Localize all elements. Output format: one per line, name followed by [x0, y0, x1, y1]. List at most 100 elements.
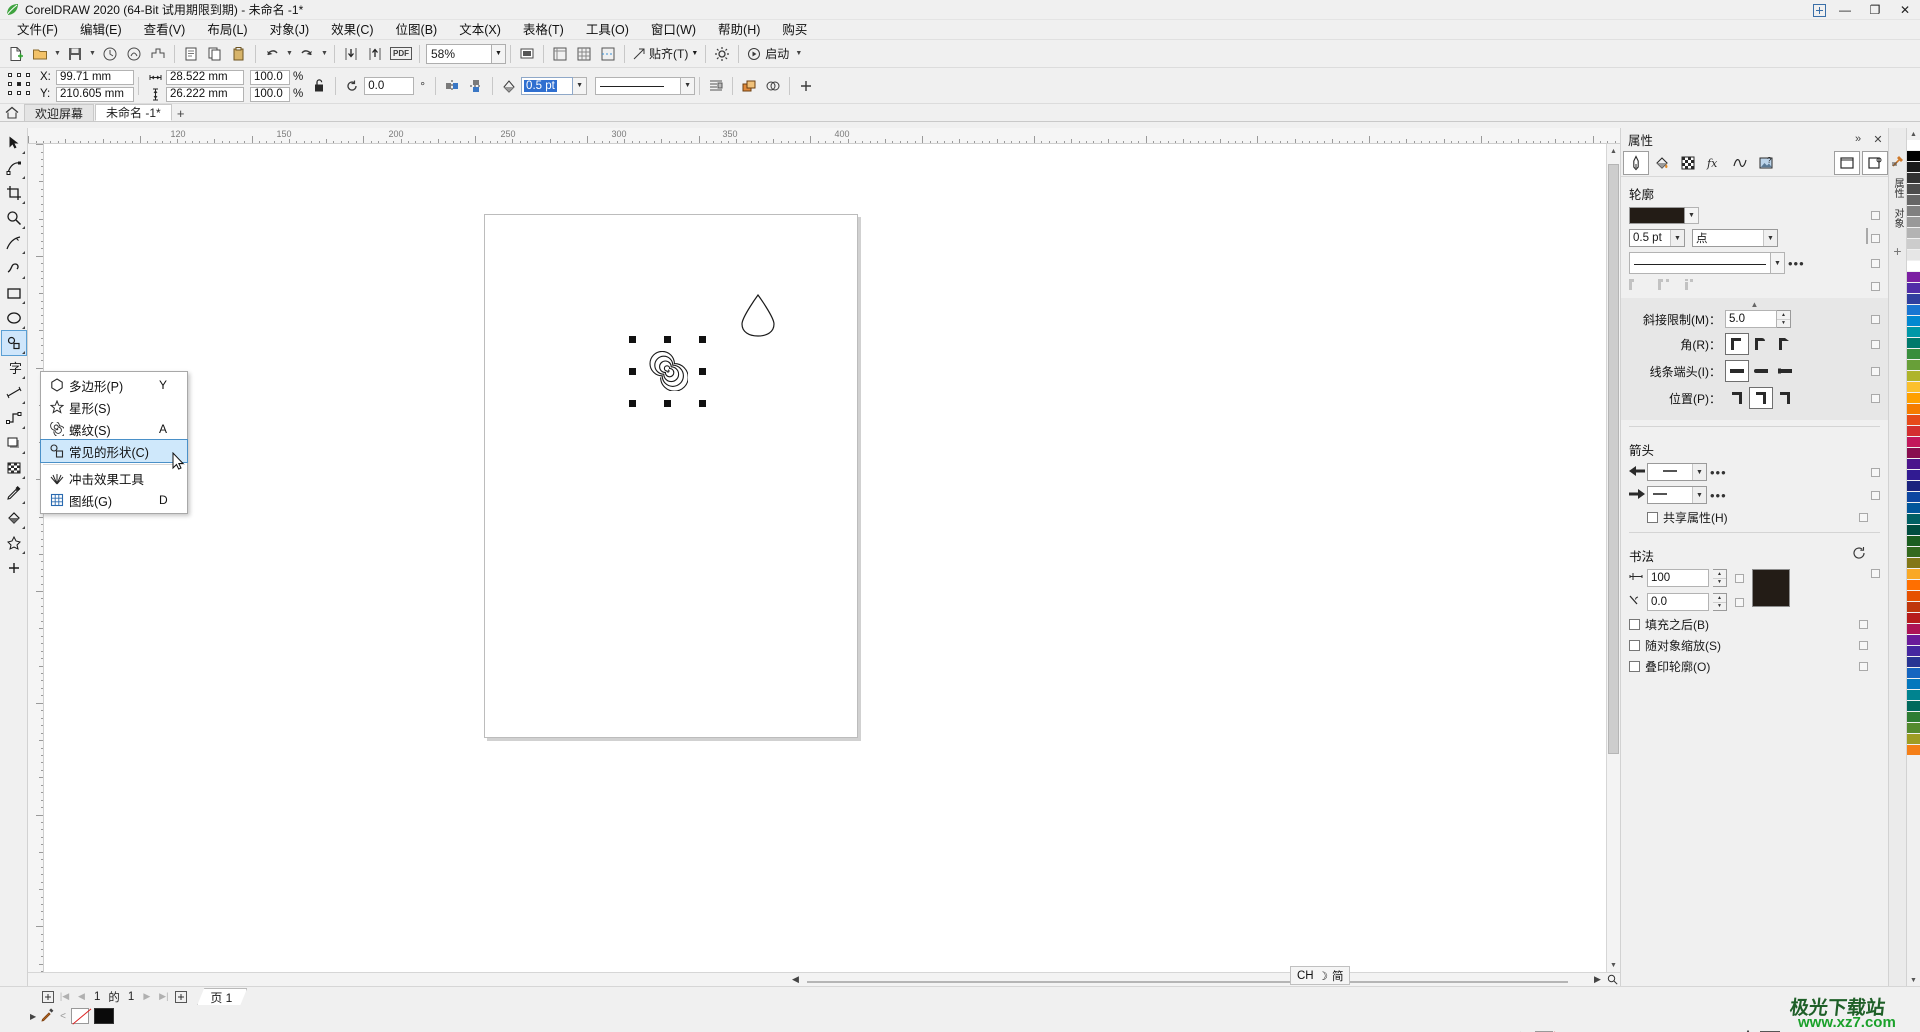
hscroll-thumb[interactable] [807, 980, 1568, 983]
palette-swatch[interactable] [1907, 591, 1920, 602]
new-document-icon[interactable] [4, 42, 28, 66]
tool-artistic-media[interactable] [2, 256, 26, 280]
palette-swatch[interactable] [1907, 415, 1920, 426]
tool-connector[interactable] [2, 406, 26, 430]
curve-tab[interactable] [1727, 151, 1753, 175]
outline-color-caret[interactable]: ▼ [1685, 207, 1699, 224]
reset-icon[interactable] [1852, 546, 1888, 563]
menu-object[interactable]: 对象(J) [259, 20, 321, 40]
tool-dimension[interactable] [2, 381, 26, 405]
palette-swatch[interactable] [1907, 701, 1920, 712]
palette-swatch[interactable] [1907, 613, 1920, 624]
rotation-input[interactable]: 0.0 [364, 76, 415, 95]
palette-swatch[interactable] [1907, 569, 1920, 580]
menu-buy[interactable]: 购买 [771, 20, 818, 40]
cut-icon[interactable] [179, 42, 203, 66]
tool-eyedropper[interactable] [2, 481, 26, 505]
palette-swatch[interactable] [1907, 184, 1920, 195]
palette-swatch[interactable] [1907, 349, 1920, 360]
palette-swatch[interactable] [1907, 602, 1920, 613]
mirror-vertical-icon[interactable] [464, 74, 488, 98]
text-wrap-icon[interactable] [704, 74, 728, 98]
scale-y-input[interactable]: 100.0 [250, 86, 290, 102]
palette-swatch[interactable] [1907, 459, 1920, 470]
polygon-tool-flyout-menu[interactable]: 多边形(P) Y 星形(S) 螺纹(S) A 常见的形状(C) 冲击效果工具 图… [40, 371, 188, 514]
outline-unit-combo[interactable]: 点 ▼ [1692, 229, 1778, 247]
start-arrow-lock[interactable] [1871, 467, 1880, 477]
add-tab-button[interactable]: + [173, 106, 189, 121]
palette-swatch[interactable] [1907, 536, 1920, 547]
outline-style-lock[interactable] [1871, 258, 1880, 268]
outline-width-input[interactable]: 0.5 pt [521, 76, 574, 95]
page-tab[interactable] [1834, 151, 1860, 175]
stretch-lock[interactable] [1735, 573, 1744, 583]
hscroll-left-arrow[interactable]: ◀ [788, 972, 803, 987]
palette-swatch[interactable] [1907, 272, 1920, 283]
position-inside-button[interactable] [1773, 387, 1797, 409]
stretch-spinner[interactable]: ▲ ▼ [1713, 569, 1727, 587]
palette-swatch[interactable] [1907, 481, 1920, 492]
palette-swatch[interactable] [1907, 723, 1920, 734]
corner-preview-b[interactable] [1657, 279, 1673, 293]
tool-crop[interactable] [2, 181, 26, 205]
object-order-icon[interactable] [737, 74, 761, 98]
nib-angle-spinner[interactable]: ▲ ▼ [1713, 593, 1727, 611]
tool-text[interactable]: 字 [2, 356, 26, 380]
share-attributes-checkbox[interactable] [1647, 512, 1658, 523]
x-input[interactable]: 99.71 mm [56, 69, 134, 85]
palette-swatch[interactable] [1907, 657, 1920, 668]
palette-scroll-up[interactable]: ▲ [1907, 128, 1920, 140]
palette-swatch[interactable] [1907, 239, 1920, 250]
corner-round-button[interactable] [1749, 333, 1773, 355]
palette-swatch[interactable] [1907, 316, 1920, 327]
tool-freehand[interactable] [2, 231, 26, 255]
publish-icon[interactable] [146, 42, 170, 66]
corner-preview-c[interactable] [1685, 279, 1701, 293]
fill-none-swatch[interactable] [71, 1008, 89, 1024]
menu-text[interactable]: 文本(X) [448, 20, 512, 40]
palette-swatch[interactable] [1907, 679, 1920, 690]
add-page-after-button[interactable] [173, 989, 188, 1004]
menu-tools[interactable]: 工具(O) [575, 20, 640, 40]
fill-color-icon[interactable] [497, 74, 521, 98]
corner-bevel-button[interactable] [1773, 333, 1797, 355]
mirror-horizontal-icon[interactable] [440, 74, 464, 98]
open-document-icon[interactable] [28, 42, 52, 66]
palette-swatch[interactable] [1907, 404, 1920, 415]
palette-swatch[interactable] [1907, 393, 1920, 404]
tool-rectangle[interactable] [2, 281, 26, 305]
object-anchor-grid[interactable] [8, 72, 34, 99]
tool-pick[interactable] [2, 131, 26, 155]
tool-ellipse[interactable] [2, 306, 26, 330]
weld-icon[interactable] [761, 74, 785, 98]
page-tab-1[interactable]: 页 1 [197, 988, 247, 1005]
print-preview-icon[interactable] [122, 42, 146, 66]
line-style-caret[interactable]: ▼ [681, 76, 696, 95]
palette-swatch[interactable] [1907, 470, 1920, 481]
palette-swatch[interactable] [1907, 514, 1920, 525]
outline-lock-1[interactable] [1866, 228, 1868, 244]
calligraphy-swatch-lock[interactable] [1871, 569, 1880, 578]
scroll-down-arrow[interactable]: ▼ [1607, 958, 1620, 972]
menu-window[interactable]: 窗口(W) [640, 20, 707, 40]
vertical-ruler[interactable] [28, 144, 44, 972]
palette-swatch[interactable] [1907, 283, 1920, 294]
outline-tab[interactable] [1623, 151, 1649, 175]
tab-welcome-screen[interactable]: 欢迎屏幕 [24, 104, 95, 121]
bitmap-tab[interactable]: ? [1753, 151, 1779, 175]
zoom-level-input[interactable]: 58% [426, 43, 492, 64]
behind-fill-row[interactable]: 填充之后(B) [1621, 616, 1888, 633]
outline-color-swatch[interactable] [1629, 207, 1685, 224]
scale-with-object-row[interactable]: 随对象缩放(S) [1621, 637, 1888, 654]
palette-swatch[interactable] [1907, 195, 1920, 206]
palette-swatch[interactable] [1907, 250, 1920, 261]
docker-line-style-dropdown[interactable] [1629, 252, 1771, 274]
flyout-item-graph-paper[interactable]: 图纸(G) D [41, 489, 187, 511]
tab-untitled-1[interactable]: 未命名 -1* [95, 104, 172, 121]
tool-polygon[interactable] [0, 330, 27, 356]
collapse-docker-icon[interactable]: » [1848, 129, 1868, 149]
end-arrow-combo[interactable]: ▼ [1647, 486, 1707, 504]
palette-swatch[interactable] [1907, 712, 1920, 723]
docker-line-style-caret[interactable]: ▼ [1771, 252, 1785, 274]
linecap-lock[interactable] [1871, 366, 1880, 376]
